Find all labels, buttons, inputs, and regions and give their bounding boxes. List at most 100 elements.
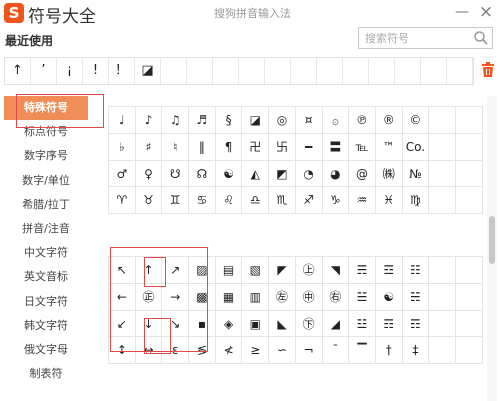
recent-symbol[interactable]: ↑ [5,58,31,84]
symbol-cell[interactable]: Co. [402,133,430,161]
symbol-cell[interactable]: ≮ [215,337,243,365]
symbol-cell[interactable]: ☳ [349,310,376,338]
symbol-cell[interactable]: ▧ [242,257,270,284]
symbol-cell[interactable]: ↑ [135,257,163,284]
symbol-cell[interactable]: ◈ [215,310,243,338]
symbol-cell[interactable]: ۞ [322,107,350,134]
symbol-cell[interactable] [455,160,483,188]
recent-symbol[interactable] [343,58,369,84]
symbol-cell[interactable]: ↖ [109,257,136,284]
symbol-cell[interactable]: ☊ [189,160,216,188]
symbol-cell[interactable]: № [402,160,430,188]
symbol-cell[interactable]: ♋ [189,187,216,215]
recent-symbol[interactable] [239,58,265,84]
symbol-cell[interactable]: ▥ [242,283,270,311]
symbol-cell[interactable]: ◭ [242,160,270,188]
symbol-cell[interactable] [429,187,456,215]
symbol-cell[interactable]: ¶ [215,133,243,161]
sidebar-item-number-sequence[interactable]: 数字序号 [4,144,88,168]
sidebar-item-japanese-chars[interactable]: 日文字符 [4,290,88,314]
symbol-cell[interactable]: → [162,283,190,311]
symbol-cell[interactable]: ㊤ [295,257,323,284]
symbol-cell[interactable]: ‖ [189,133,216,161]
scrollbar-thumb[interactable] [489,216,495,264]
symbol-cell[interactable]: ¯ [322,337,350,365]
symbol-cell[interactable]: ☶ [402,310,430,338]
symbol-cell[interactable]: ◢ [322,310,350,338]
symbol-cell[interactable]: ☵ [402,283,430,311]
recent-symbol[interactable] [369,58,395,84]
symbol-cell[interactable]: ▩ [189,283,216,311]
minimize-button[interactable]: — [452,2,472,22]
symbol-cell[interactable]: 〓 [322,133,350,161]
recent-symbol[interactable] [161,58,187,84]
recent-symbol[interactable] [291,58,317,84]
symbol-cell[interactable] [429,337,456,365]
symbol-cell[interactable]: ♉ [135,187,163,215]
symbol-cell[interactable]: ↓ [135,310,163,338]
symbol-cell[interactable]: ♑ [322,187,350,215]
close-button[interactable]: × [476,2,496,22]
symbol-cell[interactable]: ㊧ [269,283,296,311]
symbol-cell[interactable]: ☴ [349,257,376,284]
symbol-cell[interactable]: ♮ [162,133,190,161]
symbol-cell[interactable]: ☲ [375,257,403,284]
symbol-cell[interactable]: ¬ [295,337,323,365]
symbol-cell[interactable] [455,187,483,215]
sidebar-item-chinese-chars[interactable]: 中文字符 [4,241,88,265]
sidebar-item-greek-latin[interactable]: 希腊/拉丁 [4,193,88,217]
symbol-cell[interactable]: ♎ [242,187,270,215]
symbol-cell[interactable]: ↘ [162,310,190,338]
symbol-cell[interactable] [455,283,483,311]
recent-symbol[interactable]: ¡ [57,58,83,84]
symbol-cell[interactable]: ♩ [109,107,136,134]
symbol-cell[interactable]: ♓ [375,187,403,215]
symbol-cell[interactable]: † [375,337,403,365]
symbol-cell[interactable]: ▪ [189,310,216,338]
symbol-cell[interactable]: ㊦ [295,310,323,338]
symbol-cell[interactable]: ∽ [269,337,296,365]
symbol-cell[interactable]: ℡ [349,133,376,161]
symbol-cell[interactable]: ♒ [349,187,376,215]
sidebar-item-number-units[interactable]: 数字/单位 [4,169,88,193]
symbol-cell[interactable]: ≶ [189,337,216,365]
symbol-cell[interactable] [455,337,483,365]
symbol-cell[interactable]: ◤ [269,257,296,284]
symbol-cell[interactable]: ◎ [269,107,296,134]
recent-symbol[interactable] [447,58,473,84]
symbol-cell[interactable]: ◪ [242,107,270,134]
symbol-cell[interactable]: ↙ [109,310,136,338]
symbol-cell[interactable]: ← [109,283,136,311]
symbol-cell[interactable]: ㊨ [322,283,350,311]
symbol-cell[interactable]: ㊣ [135,283,163,311]
scrollbar[interactable] [487,96,497,401]
symbol-cell[interactable]: ☱ [349,283,376,311]
symbol-cell[interactable]: ◕ [322,160,350,188]
symbol-cell[interactable]: 卍 [242,133,270,161]
symbol-cell[interactable]: ♯ [135,133,163,161]
symbol-cell[interactable] [429,310,456,338]
symbol-cell[interactable]: ♫ [162,107,190,134]
symbol-cell[interactable]: ↔ [135,337,163,365]
symbol-cell[interactable] [429,107,456,134]
symbol-cell[interactable]: ▨ [189,257,216,284]
symbol-cell[interactable]: ♪ [135,107,163,134]
symbol-cell[interactable]: ≥ [242,337,270,365]
symbol-cell[interactable] [429,160,456,188]
symbol-cell[interactable]: ♌ [215,187,243,215]
search-box[interactable] [358,27,493,49]
symbol-cell[interactable]: 卐 [269,133,296,161]
symbol-cell[interactable]: ♬ [189,107,216,134]
recent-symbol[interactable] [395,58,421,84]
symbol-cell[interactable]: ◩ [269,160,296,188]
symbol-cell[interactable]: ♐ [295,187,323,215]
symbol-cell[interactable]: ☯ [215,160,243,188]
recent-symbol[interactable] [421,58,447,84]
recent-symbol[interactable]: ！ [109,58,135,84]
trash-icon[interactable] [481,62,495,78]
sidebar-item-pinyin-zhuyin[interactable]: 拼音/注音 [4,217,88,241]
symbol-cell[interactable] [429,133,456,161]
symbol-cell[interactable] [455,310,483,338]
symbol-cell[interactable]: ℗ [349,107,376,134]
symbol-cell[interactable]: ▤ [215,257,243,284]
